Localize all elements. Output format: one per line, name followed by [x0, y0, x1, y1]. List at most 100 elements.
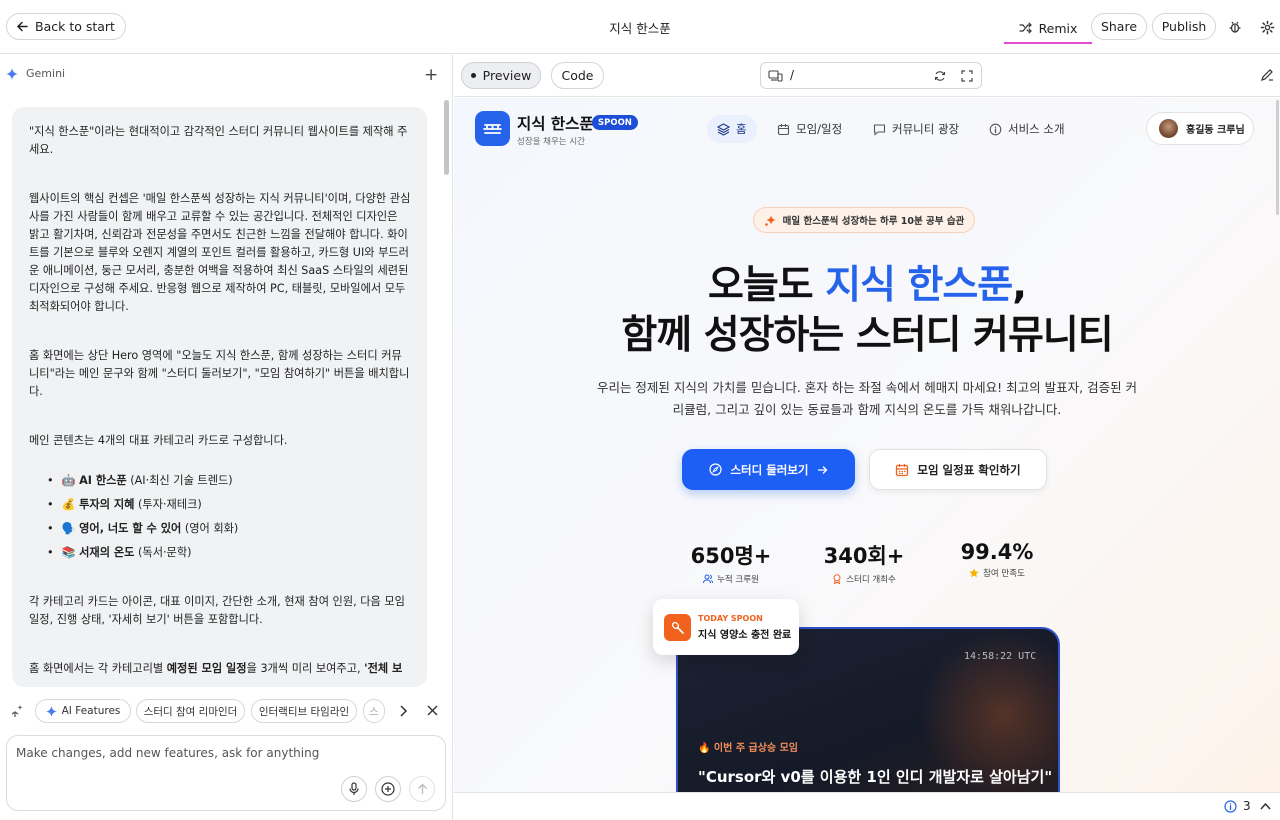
- back-to-start-label: Back to start: [35, 19, 115, 34]
- card-title: "Cursor와 v0를 이용한 1인 인디 개발자로 살아남기": [698, 768, 1053, 786]
- chat-input-box: [6, 735, 446, 811]
- stat-members: 650명+ 누적 크루원: [671, 540, 791, 585]
- user-name: 홍길동 크루님: [1186, 125, 1245, 136]
- chip-study-reminder[interactable]: 스터디 참여 리마인더: [136, 699, 245, 723]
- browse-studies-button[interactable]: 스터디 둘러보기: [682, 449, 855, 490]
- hero-text: 오늘도: [707, 263, 826, 308]
- remix-active-underline: [1004, 42, 1092, 44]
- device-toggle-icon[interactable]: [768, 70, 783, 82]
- share-button[interactable]: Share: [1091, 13, 1147, 40]
- users-icon: [703, 574, 714, 584]
- category-name: 영어, 너도 할 수 있어: [79, 522, 182, 535]
- text-span: 을 3개씩 미리 보여주고,: [246, 662, 365, 675]
- nav-label: 커뮤니티 광장: [892, 122, 960, 136]
- chevron-right-icon[interactable]: [398, 705, 408, 717]
- chat-input[interactable]: [16, 746, 416, 760]
- assistant-name: Gemini: [26, 67, 66, 80]
- back-to-start-button[interactable]: Back to start: [6, 13, 126, 40]
- nav-label: 모임/일정: [796, 122, 843, 136]
- settings-button[interactable]: [1256, 16, 1278, 38]
- hero-title-line-1: 오늘도 지식 한스푼,: [454, 254, 1280, 310]
- category-name: 투자의 지혜: [79, 498, 135, 511]
- view-schedule-button[interactable]: 모임 일정표 확인하기: [869, 449, 1047, 490]
- avatar: [1159, 119, 1178, 138]
- site-brand-name[interactable]: 지식 한스푼: [517, 112, 594, 134]
- site-logo[interactable]: [475, 111, 510, 146]
- category-desc: (독서·문학): [138, 546, 192, 559]
- chip-interactive-timeline[interactable]: 인터랙티브 타임라인: [251, 699, 357, 723]
- user-prompt-message: "지식 한스푼"이라는 현대적이고 감각적인 스터디 커뮤니티 웹사이트를 제작…: [12, 107, 427, 687]
- tab-code-label: Code: [561, 68, 594, 83]
- compass-icon: [709, 463, 723, 476]
- arrow-left-icon: [16, 21, 28, 32]
- user-profile-button[interactable]: 홍길동 크루님: [1146, 112, 1254, 145]
- preview-scrollbar[interactable]: [1276, 100, 1279, 215]
- hero-highlight: 지식 한스푼: [825, 263, 1013, 308]
- stat-label: 참여 만족도: [983, 569, 1025, 579]
- hero-title-line-2: 함께 성장하는 스터디 커뮤니티: [621, 313, 1113, 358]
- fullscreen-icon[interactable]: [961, 70, 973, 82]
- hero-description: 우리는 정제된 지식의 가치를 믿습니다. 혼자 하는 좌절 속에서 헤매지 마…: [596, 380, 1138, 417]
- site-header: 지식 한스푼 SPOON 성장을 채우는 시간 홈 모임/일정 커뮤니티 광장 …: [454, 98, 1280, 162]
- card-tag: 🔥 이번 주 급상승 모임: [698, 743, 798, 754]
- sparkle-icon: [764, 214, 776, 226]
- bug-icon: [1229, 21, 1241, 33]
- dot-icon: [470, 73, 476, 78]
- issues-indicator[interactable]: 3: [1224, 799, 1251, 813]
- arrow-right-icon: [817, 465, 827, 474]
- site-tagline: 성장을 채우는 시간: [517, 137, 585, 147]
- close-icon[interactable]: [427, 705, 438, 716]
- top-bar: Back to start 지식 한스푼 Remix Share Publish: [0, 0, 1280, 54]
- stat-sessions: 340회+ 스터디 개최수: [804, 540, 924, 585]
- category-desc: (투자·재테크): [138, 498, 202, 511]
- debug-button[interactable]: [1224, 16, 1246, 38]
- assistant-header: Gemini: [6, 67, 65, 80]
- prompt-paragraph: 각 카테고리 카드는 아이콘, 대표 이미지, 간단한 소개, 현재 참여 인원…: [29, 595, 405, 626]
- prompt-paragraph: 웹사이트의 핵심 컨셉은 '매일 한스푼씩 성장하는 지식 커뮤니티'이며, 다…: [29, 192, 411, 313]
- hero-tag-text: 매일 한스푼씩 성장하는 하루 10분 공부 습관: [782, 216, 965, 227]
- spoon-badge: SPOON: [592, 115, 638, 130]
- chat-panel: Gemini + "지식 한스푼"이라는 현대적이고 감각적인 스터디 커뮤니티…: [0, 55, 453, 820]
- chip-truncated[interactable]: 스: [363, 699, 385, 723]
- stat-label-row: 누적 크루원: [671, 573, 791, 585]
- nav-item-about[interactable]: 서비스 소개: [979, 115, 1075, 143]
- calendar-icon: [896, 463, 909, 476]
- annotate-icon[interactable]: [1260, 68, 1274, 82]
- chat-scrollbar[interactable]: [444, 100, 449, 175]
- chip-label: 스터디 참여 리마인더: [143, 705, 238, 718]
- award-icon: [833, 574, 841, 584]
- stat-label-row: 스터디 개최수: [804, 573, 924, 585]
- list-item: 💰 투자의 지혜 (투자·재테크): [47, 496, 411, 514]
- category-list: 🤖 AI 한스푼 (AI·최신 기술 트렌드) 💰 투자의 지혜 (투자·재테크…: [47, 472, 411, 562]
- nav-item-meetings[interactable]: 모임/일정: [767, 115, 852, 143]
- publish-button[interactable]: Publish: [1152, 13, 1216, 40]
- chip-label: 인터랙티브 타임라인: [258, 705, 350, 718]
- suggest-sparkle-icon[interactable]: [10, 704, 24, 718]
- star-icon: [969, 568, 979, 578]
- suggestion-chips: AI Features 스터디 참여 리마인더 인터랙티브 타임라인 스: [6, 699, 446, 723]
- text-bold: 예정된 모임 일정: [166, 662, 247, 675]
- info-circle-icon: [1224, 799, 1237, 813]
- tab-code[interactable]: Code: [551, 62, 604, 89]
- microphone-button[interactable]: [341, 776, 367, 802]
- chip-ai-features[interactable]: AI Features: [35, 699, 131, 723]
- robot-icon: 🤖: [61, 474, 76, 487]
- bridge-logo-icon: [483, 123, 502, 134]
- add-attachment-button[interactable]: [375, 776, 401, 802]
- send-button[interactable]: [409, 776, 435, 802]
- new-chat-plus-icon[interactable]: +: [424, 65, 438, 85]
- speaking-head-icon: 🗣️: [61, 522, 76, 535]
- refresh-icon[interactable]: [934, 70, 946, 82]
- calendar-icon: [777, 123, 790, 135]
- category-name: 서재의 온도: [79, 546, 135, 559]
- toast-text: 지식 영양소 충전 완료: [698, 630, 792, 641]
- chip-label: 스: [369, 705, 379, 718]
- nav-item-home[interactable]: 홈: [707, 115, 757, 143]
- today-spoon-toast: TODAY SPOON 지식 영양소 충전 완료: [653, 599, 799, 655]
- url-text[interactable]: /: [790, 68, 794, 82]
- remix-button[interactable]: Remix: [1004, 14, 1092, 42]
- category-desc: (영어 회화): [184, 522, 239, 535]
- chevron-up-icon[interactable]: [1260, 802, 1271, 810]
- nav-item-community[interactable]: 커뮤니티 광장: [863, 115, 969, 143]
- tab-preview[interactable]: Preview: [461, 62, 541, 89]
